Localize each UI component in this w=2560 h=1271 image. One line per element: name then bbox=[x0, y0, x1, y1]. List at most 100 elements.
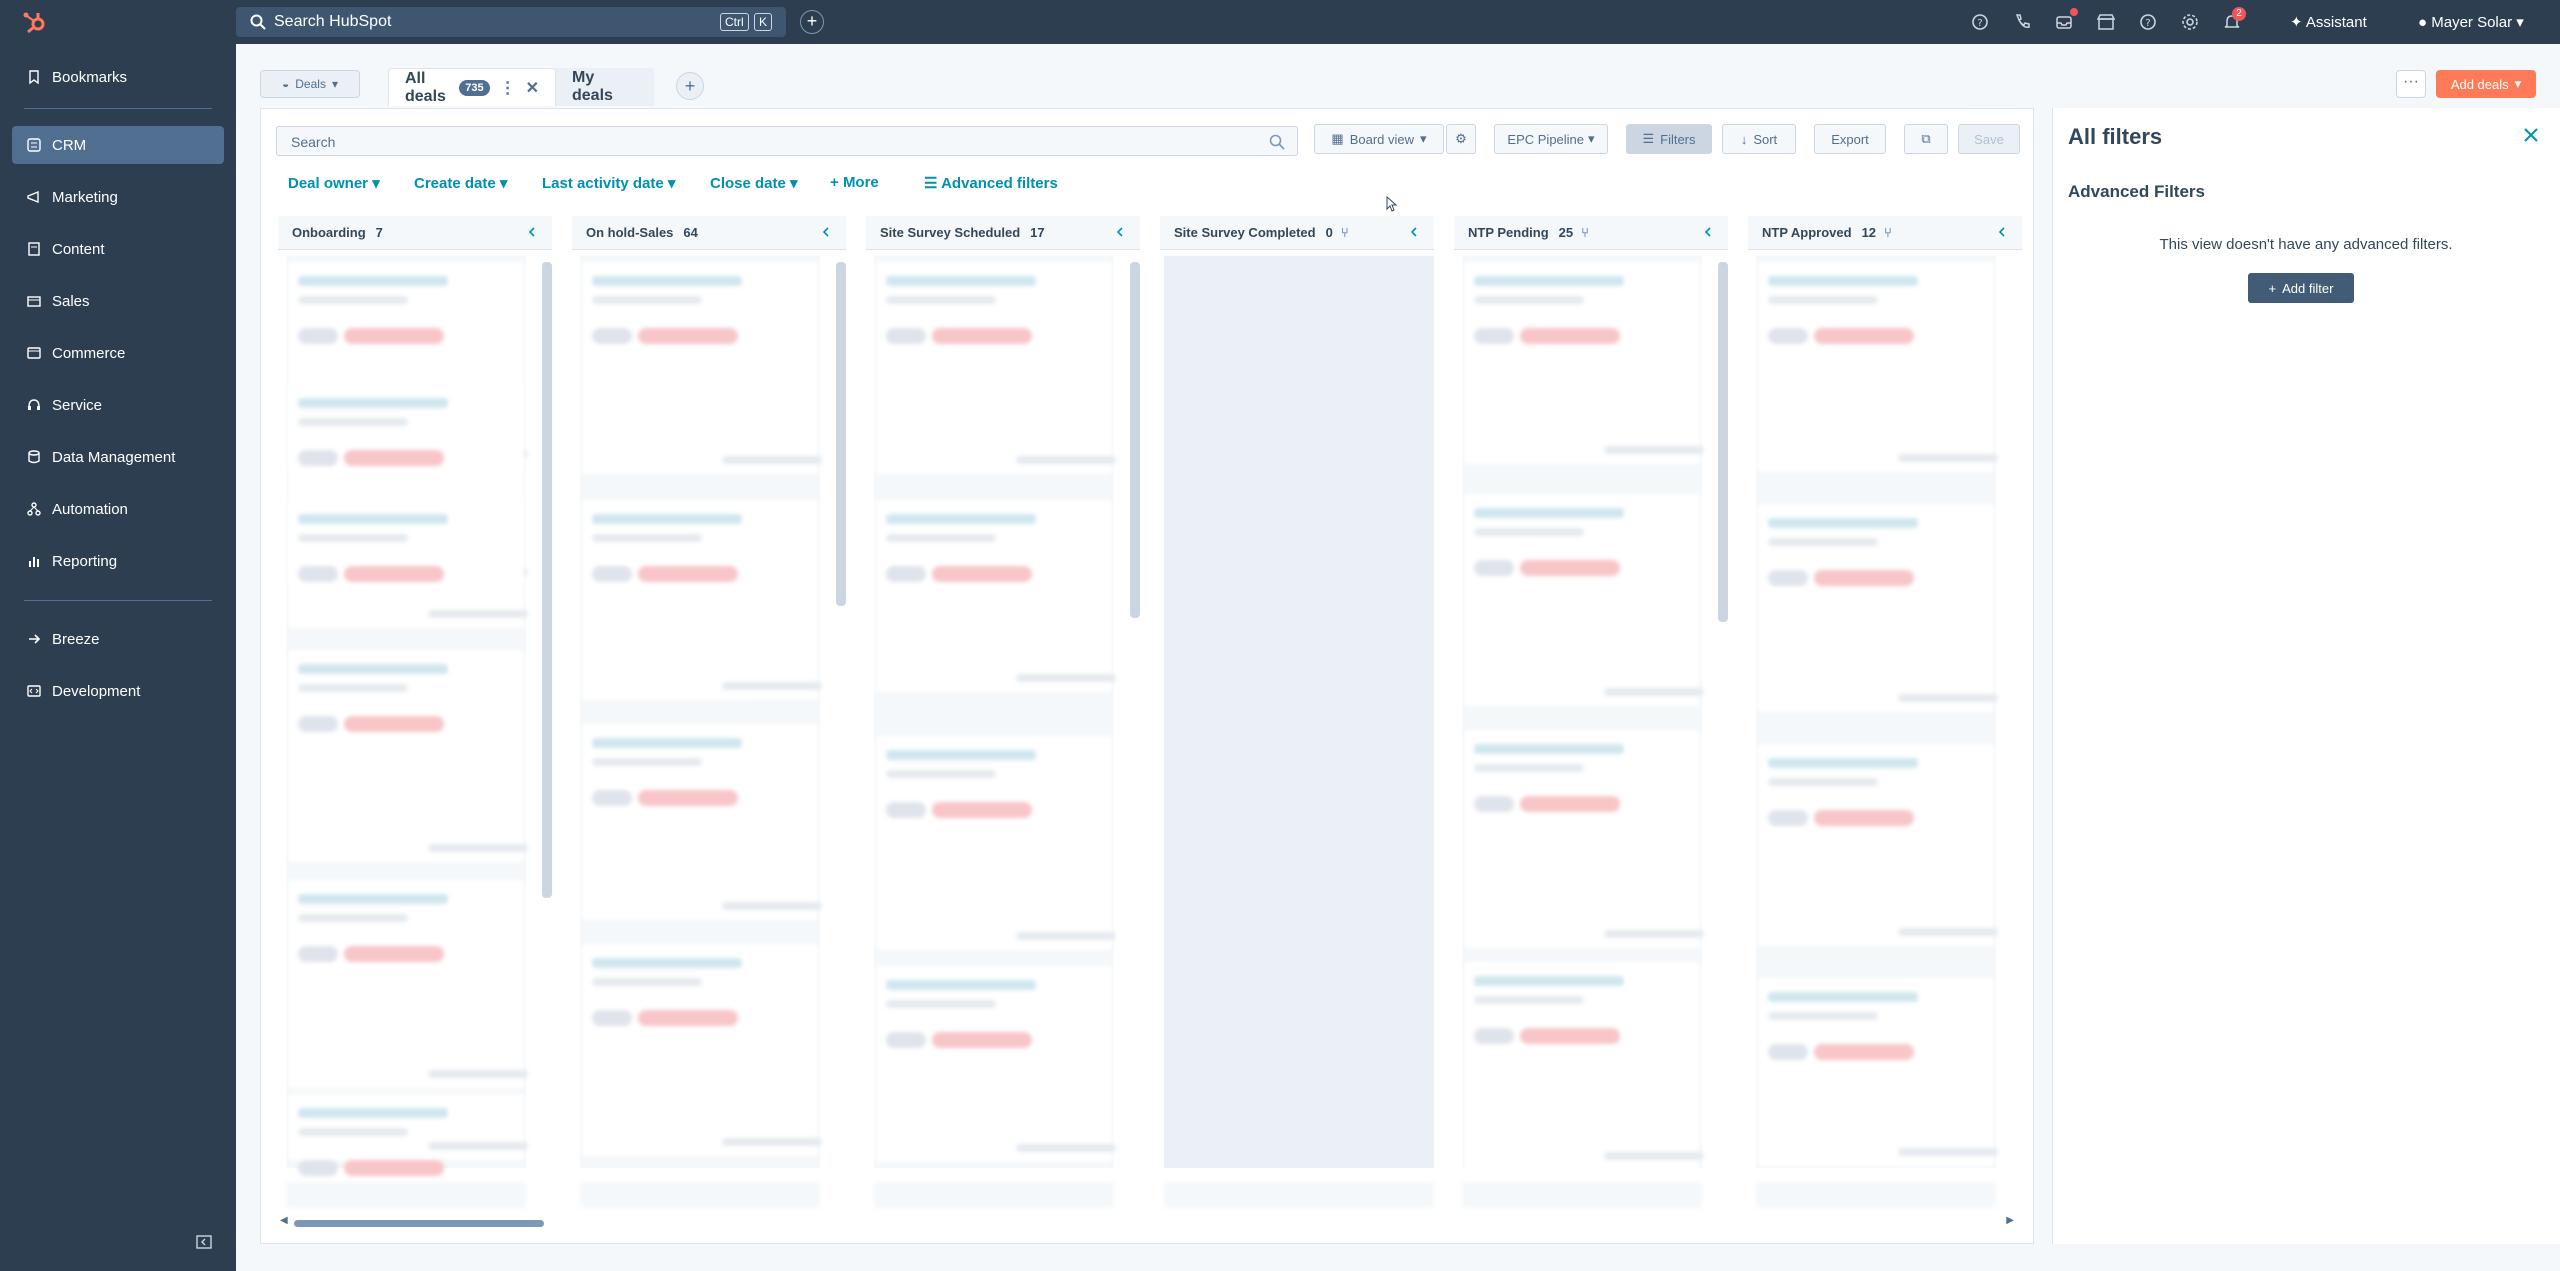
column-header-site-survey-completed[interactable]: Site Survey Completed 0 ⑂ bbox=[1160, 216, 1434, 250]
deal-card-placeholder bbox=[1520, 328, 1620, 344]
tab-my-deals[interactable]: My deals bbox=[556, 68, 654, 106]
deal-card-placeholder bbox=[1768, 296, 1878, 304]
pipeline-dropdown[interactable]: EPC Pipeline ▾ bbox=[1494, 124, 1608, 154]
help-icon[interactable]: ? bbox=[2138, 12, 2158, 32]
deal-card[interactable] bbox=[876, 966, 1116, 1162]
collapse-column-icon[interactable] bbox=[526, 226, 538, 238]
deal-card[interactable] bbox=[582, 262, 822, 474]
phone-icon[interactable] bbox=[2012, 12, 2032, 32]
deal-card[interactable] bbox=[582, 500, 822, 700]
board-view-dropdown[interactable]: ▦ Board view ▾ bbox=[1314, 124, 1444, 154]
advanced-filters-button[interactable]: ☰ Advanced filters bbox=[924, 174, 1058, 192]
marketplace-icon[interactable] bbox=[2096, 12, 2116, 32]
deal-card[interactable] bbox=[1758, 262, 1998, 472]
deal-card[interactable] bbox=[582, 724, 822, 920]
sidebar-item-crm[interactable]: CRM bbox=[12, 126, 224, 164]
save-view-button[interactable]: Save bbox=[1958, 124, 2020, 154]
sidebar-item-commerce[interactable]: Commerce bbox=[12, 334, 224, 372]
board-settings-button[interactable]: ⚙ bbox=[1446, 124, 1476, 154]
column-header-onboarding[interactable]: Onboarding 7 bbox=[278, 216, 552, 250]
close-icon[interactable] bbox=[2522, 126, 2540, 144]
create-date-filter[interactable]: Create date ▾ bbox=[414, 174, 507, 192]
board-search-input[interactable]: Search bbox=[276, 126, 1298, 156]
column-scrollbar[interactable] bbox=[542, 262, 552, 898]
hubspot-logo-icon[interactable] bbox=[22, 9, 48, 35]
assistant-button[interactable]: ✦ Assistant bbox=[2290, 13, 2367, 31]
tab-all-deals[interactable]: All deals 735 ⋮ ✕ bbox=[388, 68, 556, 106]
deal-card-placeholder bbox=[886, 750, 1036, 760]
collapse-column-icon[interactable] bbox=[820, 226, 832, 238]
collapse-column-icon[interactable] bbox=[1702, 226, 1714, 238]
deal-card-placeholder bbox=[592, 328, 632, 344]
last-activity-date-filter[interactable]: Last activity date ▾ bbox=[542, 174, 675, 192]
sidebar-item-label: Data Management bbox=[52, 448, 176, 466]
sidebar-item-breeze[interactable]: Breeze bbox=[12, 620, 224, 658]
close-tab-icon[interactable]: ✕ bbox=[526, 78, 539, 98]
deal-card[interactable] bbox=[288, 500, 528, 628]
sidebar-item-reporting[interactable]: Reporting bbox=[12, 542, 224, 580]
sidebar-item-marketing[interactable]: Marketing bbox=[12, 178, 224, 216]
deal-card-placeholder bbox=[1474, 1028, 1514, 1044]
deal-card-placeholder bbox=[638, 790, 738, 806]
deal-card[interactable] bbox=[1464, 730, 1704, 948]
deal-card[interactable] bbox=[1758, 978, 1998, 1166]
sidebar-item-automation[interactable]: Automation bbox=[12, 490, 224, 528]
deal-card[interactable] bbox=[1464, 962, 1704, 1170]
deal-card[interactable] bbox=[288, 1094, 528, 1176]
column-scrollbar[interactable] bbox=[1130, 262, 1140, 618]
deal-card-placeholder bbox=[592, 978, 702, 986]
settings-gear-icon[interactable] bbox=[2180, 12, 2200, 32]
filters-button[interactable]: ☰ Filters bbox=[1626, 124, 1712, 154]
sidebar-item-service[interactable]: Service bbox=[12, 386, 224, 424]
object-selector-button[interactable]: ◒ Deals ▾ bbox=[260, 70, 360, 98]
global-search-input[interactable]: Search HubSpot Ctrl K bbox=[236, 7, 786, 37]
column-header-ntp-pending[interactable]: NTP Pending 25 ⑂ bbox=[1454, 216, 1728, 250]
add-deals-button[interactable]: Add deals ▾ bbox=[2436, 70, 2536, 98]
deal-card-placeholder bbox=[1520, 796, 1620, 812]
sidebar-item-bookmarks[interactable]: Bookmarks bbox=[12, 58, 224, 96]
deal-card-placeholder bbox=[298, 894, 448, 904]
more-filters-button[interactable]: + More bbox=[830, 174, 879, 191]
help-circle-icon[interactable]: ? bbox=[1970, 12, 1990, 32]
deal-owner-filter[interactable]: Deal owner ▾ bbox=[288, 174, 380, 192]
duplicate-view-button[interactable]: ⧉ bbox=[1904, 124, 1948, 154]
deal-card[interactable] bbox=[1464, 262, 1704, 464]
collapse-column-icon[interactable] bbox=[1114, 226, 1126, 238]
deal-card[interactable] bbox=[288, 880, 528, 1088]
deal-card[interactable] bbox=[1758, 504, 1998, 712]
column-header-on-hold-sales[interactable]: On hold-Sales 64 bbox=[572, 216, 846, 250]
deal-card[interactable] bbox=[876, 262, 1116, 474]
sidebar-item-sales[interactable]: Sales bbox=[12, 282, 224, 320]
collapse-column-icon[interactable] bbox=[1408, 226, 1420, 238]
deal-card[interactable] bbox=[582, 944, 822, 1156]
column-footer bbox=[580, 1182, 820, 1208]
sidebar-item-development[interactable]: Development bbox=[12, 672, 224, 710]
horizontal-scroll-thumb[interactable] bbox=[294, 1220, 544, 1227]
sort-button[interactable]: ↓ Sort bbox=[1722, 124, 1796, 154]
deal-card[interactable] bbox=[876, 736, 1116, 950]
column-scrollbar[interactable] bbox=[1718, 262, 1728, 622]
sidebar-item-content[interactable]: Content bbox=[12, 230, 224, 268]
scroll-left-icon[interactable]: ◀ bbox=[280, 1215, 288, 1226]
sidebar-item-data-management[interactable]: Data Management bbox=[12, 438, 224, 476]
column-scrollbar[interactable] bbox=[836, 262, 846, 606]
collapse-sidebar-icon[interactable] bbox=[196, 1234, 212, 1250]
account-menu[interactable]: ● Mayer Solar ▾ bbox=[2418, 13, 2524, 31]
add-view-tab-button[interactable]: + bbox=[676, 72, 704, 100]
collapse-column-icon[interactable] bbox=[1996, 226, 2008, 238]
column-header-ntp-approved[interactable]: NTP Approved 12 ⑂ bbox=[1748, 216, 2022, 250]
deal-card-placeholder bbox=[592, 514, 742, 524]
scroll-right-icon[interactable]: ▶ bbox=[2006, 1215, 2014, 1226]
create-new-button[interactable]: + bbox=[800, 10, 824, 34]
deal-card[interactable] bbox=[876, 500, 1116, 692]
add-filter-button[interactable]: + Add filter bbox=[2248, 273, 2354, 303]
close-date-filter[interactable]: Close date ▾ bbox=[710, 174, 798, 192]
board-horizontal-scrollbar[interactable]: ◀ ▶ bbox=[276, 1215, 2016, 1228]
deal-card[interactable] bbox=[1758, 744, 1998, 946]
column-header-site-survey-scheduled[interactable]: Site Survey Scheduled 17 bbox=[866, 216, 1140, 250]
deal-card[interactable] bbox=[1464, 494, 1704, 706]
more-actions-button[interactable]: ··· bbox=[2396, 70, 2426, 98]
export-button[interactable]: Export bbox=[1814, 124, 1886, 154]
deal-card[interactable] bbox=[288, 650, 528, 862]
tab-options-icon[interactable]: ⋮ bbox=[500, 78, 516, 98]
